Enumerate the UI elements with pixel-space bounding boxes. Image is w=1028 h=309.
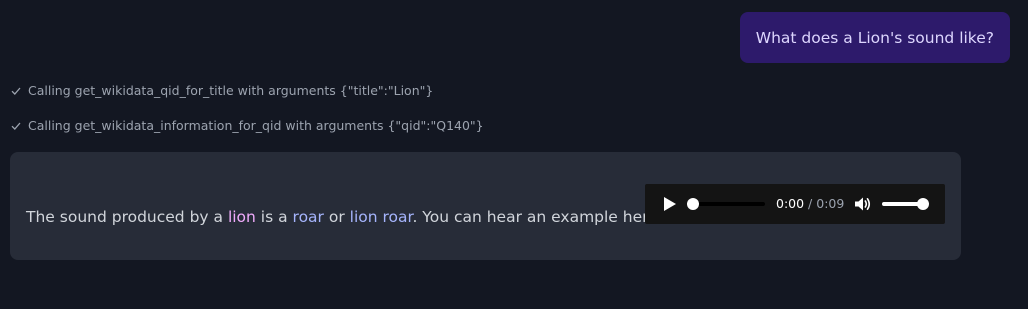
- lion-roar-link[interactable]: lion roar: [350, 208, 413, 226]
- time-display: 0:00 / 0:09: [776, 196, 844, 211]
- check-icon: [11, 122, 21, 130]
- answer-text-segment: or: [323, 208, 350, 226]
- assistant-answer-text: The sound produced by a lion is a roar o…: [26, 208, 663, 226]
- answer-text-segment: is a: [255, 208, 293, 226]
- user-message-bubble: What does a Lion's sound like?: [739, 12, 1010, 63]
- time-separator: /: [804, 196, 817, 211]
- tool-call-text: Calling get_wikidata_information_for_qid…: [28, 118, 484, 133]
- assistant-message: The sound produced by a lion is a roar o…: [10, 152, 961, 260]
- duration: 0:09: [816, 196, 845, 211]
- seek-slider[interactable]: [687, 198, 765, 210]
- tool-call-1: Calling get_wikidata_qid_for_title with …: [11, 83, 433, 98]
- current-time: 0:00: [776, 196, 805, 211]
- answer-text-segment: . You can hear an example here:: [412, 208, 663, 226]
- user-message-text: What does a Lion's sound like?: [755, 28, 994, 47]
- audio-player: 0:00 / 0:09: [645, 184, 945, 224]
- play-icon[interactable]: [662, 196, 678, 212]
- seek-thumb[interactable]: [687, 198, 699, 210]
- check-icon: [11, 87, 21, 95]
- volume-slider[interactable]: [882, 198, 929, 210]
- volume-thumb[interactable]: [917, 198, 929, 210]
- answer-text-segment: The sound produced by a: [26, 208, 228, 226]
- tool-call-2: Calling get_wikidata_information_for_qid…: [11, 118, 484, 133]
- roar-link[interactable]: roar: [293, 208, 324, 226]
- lion-link[interactable]: lion: [228, 208, 256, 226]
- seek-track: [693, 202, 765, 206]
- volume-icon[interactable]: [853, 195, 871, 213]
- tool-call-text: Calling get_wikidata_qid_for_title with …: [28, 83, 434, 98]
